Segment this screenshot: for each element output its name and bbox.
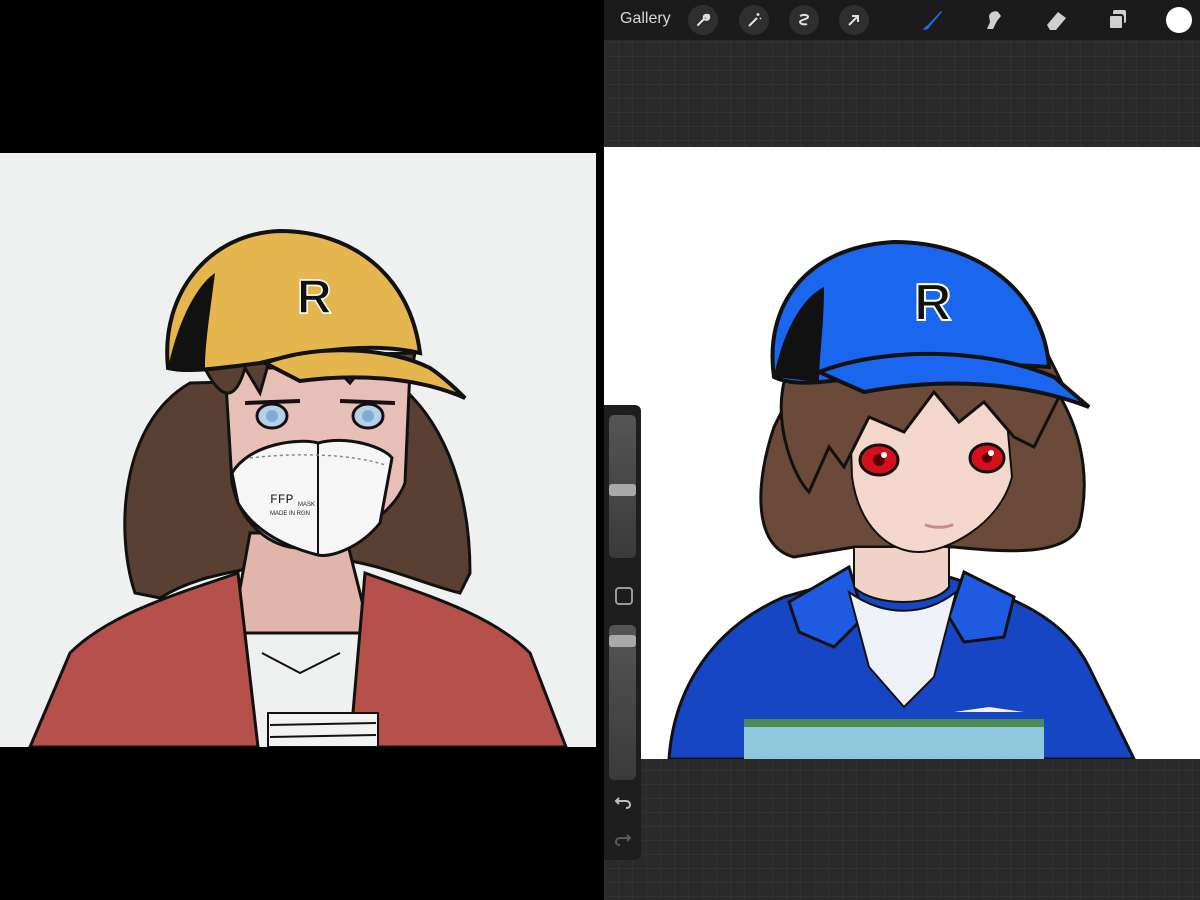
eraser-icon[interactable]: [1041, 5, 1071, 35]
top-toolbar: Gallery: [604, 0, 1200, 40]
mask-print-ffp: FFP: [270, 492, 294, 507]
reference-illustration: FFP MASK MADE IN RGN R: [28, 228, 568, 747]
mask-print-mask: MASK: [298, 502, 315, 508]
undo-icon[interactable]: [613, 792, 633, 812]
procreate-app: Gallery R: [604, 0, 1200, 900]
smudge-icon[interactable]: [979, 5, 1009, 35]
modify-square-icon[interactable]: [615, 587, 633, 605]
color-picker-button[interactable]: [1166, 7, 1192, 33]
transform-arrow-icon[interactable]: [839, 5, 869, 35]
selection-icon[interactable]: [789, 5, 819, 35]
brush-icon[interactable]: [917, 5, 947, 35]
opacity-slider[interactable]: [609, 625, 636, 780]
magic-wand-icon[interactable]: [739, 5, 769, 35]
layers-icon[interactable]: [1102, 5, 1132, 35]
canvas-cap-letter: R: [914, 274, 952, 332]
drawing-canvas[interactable]: R: [604, 147, 1200, 759]
wrench-icon[interactable]: [688, 5, 718, 35]
redo-icon[interactable]: [613, 829, 633, 849]
side-panel: [604, 405, 641, 860]
mask-print-origin: MADE IN RGN: [270, 511, 310, 517]
brush-size-slider[interactable]: [609, 415, 636, 558]
canvas-illustration: R: [667, 239, 1136, 759]
brush-size-thumb[interactable]: [609, 484, 636, 496]
ref-cap-letter: R: [297, 271, 332, 324]
gallery-button[interactable]: Gallery: [620, 10, 671, 28]
reference-image: FFP MASK MADE IN RGN R: [0, 153, 596, 747]
opacity-thumb[interactable]: [609, 635, 636, 647]
